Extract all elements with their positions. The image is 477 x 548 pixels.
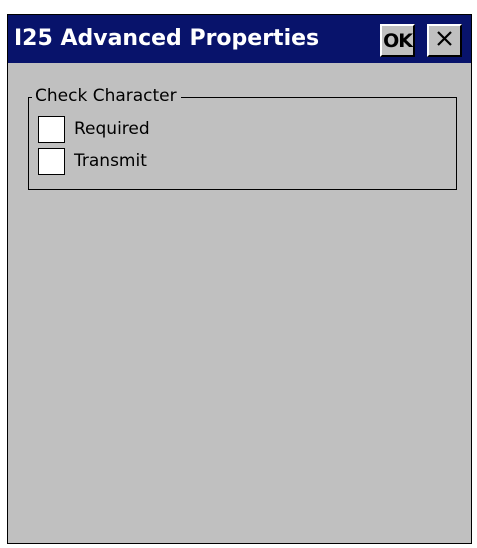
transmit-label: Transmit xyxy=(74,151,147,171)
close-icon xyxy=(436,30,453,51)
transmit-checkbox[interactable] xyxy=(38,147,65,175)
close-button[interactable] xyxy=(427,24,462,57)
dialog-window: I25 Advanced Properties OK Check Charact… xyxy=(7,14,472,544)
required-option[interactable]: Required xyxy=(38,115,150,143)
window-title: I25 Advanced Properties xyxy=(14,26,320,51)
ok-button[interactable]: OK xyxy=(380,24,415,57)
transmit-option[interactable]: Transmit xyxy=(38,147,147,175)
title-bar: I25 Advanced Properties OK xyxy=(8,15,471,63)
required-checkbox[interactable] xyxy=(38,115,65,143)
required-label: Required xyxy=(74,119,150,139)
check-character-group: Check Character Required Transmit xyxy=(28,84,457,190)
group-label: Check Character xyxy=(32,84,181,108)
